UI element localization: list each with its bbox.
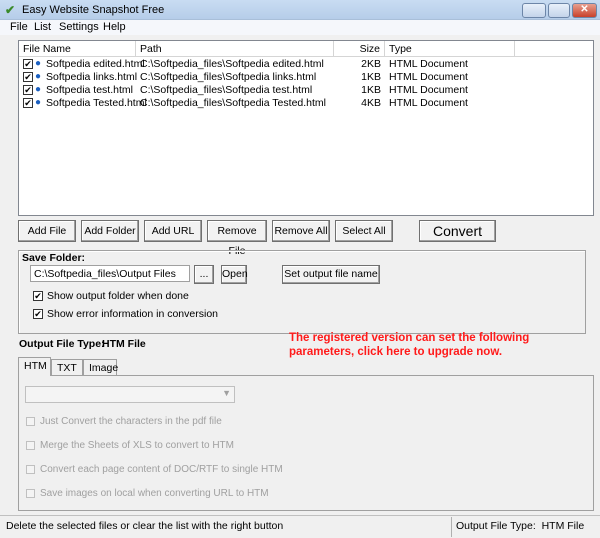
option-checkbox[interactable] (26, 417, 35, 426)
file-name: Softpedia links.html (46, 71, 138, 83)
status-output-type: Output File Type: HTM File (456, 520, 585, 532)
file-path: C:\Softpedia_files\Softpedia links.html (140, 71, 317, 83)
tab-htm[interactable]: HTM (18, 357, 51, 376)
column-header-file-name[interactable]: File Name (19, 41, 136, 57)
column-header-type[interactable]: Type (385, 41, 515, 57)
html-file-icon: ● (35, 71, 42, 82)
disabled-dropdown[interactable]: ▼ (25, 386, 235, 403)
file-size: 4KB (361, 97, 381, 109)
file-path: C:\Softpedia_files\Softpedia edited.html (140, 58, 324, 70)
chevron-down-icon: ▼ (222, 388, 231, 398)
menu-file[interactable]: File (10, 21, 28, 33)
file-type: HTML Document (389, 84, 468, 96)
option-label: Merge the Sheets of XLS to convert to HT… (40, 440, 234, 451)
file-path: C:\Softpedia_files\Softpedia test.html (140, 84, 313, 96)
row-checkbox[interactable]: ✔ (23, 85, 33, 95)
html-file-icon: ● (35, 58, 42, 69)
table-row[interactable]: ✔ ● Softpedia test.html C:\Softpedia_fil… (19, 84, 593, 97)
file-type: HTML Document (389, 97, 468, 109)
html-file-icon: ● (35, 97, 42, 108)
close-button[interactable]: ✕ (572, 3, 597, 18)
menu-settings[interactable]: Settings (59, 21, 99, 33)
file-name: Softpedia edited.html (46, 58, 145, 70)
tab-txt[interactable]: TXT (51, 359, 83, 376)
convert-button[interactable]: Convert (419, 220, 496, 242)
select-all-button[interactable]: Select All (335, 220, 393, 242)
option-checkbox[interactable] (26, 465, 35, 474)
status-bar: Delete the selected files or clear the l… (0, 515, 600, 538)
table-row[interactable]: ✔ ● Softpedia Tested.html C:\Softpedia_f… (19, 97, 593, 110)
set-output-file-name-button[interactable]: Set output file name (282, 265, 380, 284)
show-output-folder-label: Show output folder when done (47, 290, 189, 302)
upgrade-line-2[interactable]: parameters, click here to upgrade now. (289, 345, 529, 359)
show-output-folder-checkbox[interactable]: ✔ (33, 291, 43, 301)
file-size: 2KB (361, 58, 381, 70)
save-folder-group: Save Folder: C:\Softpedia_files\Output F… (18, 250, 586, 334)
tab-panel: ▼ Just Convert the characters in the pdf… (18, 375, 594, 511)
menu-list[interactable]: List (34, 21, 51, 33)
save-folder-label: Save Folder: (22, 252, 86, 264)
menu-help[interactable]: Help (103, 21, 126, 33)
column-header-path[interactable]: Path (136, 41, 334, 57)
output-file-type-value: HTM File (102, 338, 146, 350)
file-name: Softpedia Tested.html (46, 97, 147, 109)
upgrade-link[interactable]: The registered version can set the follo… (289, 331, 529, 359)
file-type: HTML Document (389, 58, 468, 70)
title-bar: ✔ Easy Website Snapshot Free ✕ (0, 0, 600, 20)
table-row[interactable]: ✔ ● Softpedia links.html C:\Softpedia_fi… (19, 71, 593, 84)
add-file-button[interactable]: Add File (18, 220, 76, 242)
file-name: Softpedia test.html (46, 84, 133, 96)
option-label: Just Convert the characters in the pdf f… (40, 416, 222, 427)
remove-file-button[interactable]: Remove File (207, 220, 267, 257)
show-error-label: Show error information in conversion (47, 308, 218, 320)
option-checkbox[interactable] (26, 489, 35, 498)
status-divider (451, 517, 452, 537)
menu-bar: File List Settings Help (0, 20, 600, 35)
row-checkbox[interactable]: ✔ (23, 72, 33, 82)
tab-image[interactable]: Image (83, 359, 118, 376)
minimize-button[interactable] (522, 3, 546, 18)
app-logo-icon: ✔ (5, 3, 16, 17)
file-size: 1KB (361, 84, 381, 96)
status-hint: Delete the selected files or clear the l… (6, 520, 284, 532)
save-folder-input[interactable]: C:\Softpedia_files\Output Files (30, 265, 190, 282)
row-checkbox[interactable]: ✔ (23, 98, 33, 108)
column-header-empty (515, 41, 593, 57)
upgrade-line-1[interactable]: The registered version can set the follo… (289, 331, 529, 345)
open-button[interactable]: Open (221, 265, 248, 284)
html-file-icon: ● (35, 84, 42, 95)
add-url-button[interactable]: Add URL (144, 220, 202, 242)
option-checkbox[interactable] (26, 441, 35, 450)
file-list[interactable]: File Name Path Size Type ✔ ● Softpedia e… (18, 40, 594, 216)
row-checkbox[interactable]: ✔ (23, 59, 33, 69)
column-header-size[interactable]: Size (334, 41, 385, 57)
browse-button[interactable]: ... (194, 265, 214, 284)
remove-all-button[interactable]: Remove All (272, 220, 330, 242)
file-type: HTML Document (389, 71, 468, 83)
file-size: 1KB (361, 71, 381, 83)
table-row[interactable]: ✔ ● Softpedia edited.html C:\Softpedia_f… (19, 58, 593, 71)
file-path: C:\Softpedia_files\Softpedia Tested.html (140, 97, 327, 109)
option-label: Save images on local when converting URL… (40, 488, 269, 499)
option-label: Convert each page content of DOC/RTF to … (40, 464, 283, 475)
window-title: Easy Website Snapshot Free (22, 4, 165, 16)
output-file-type-label: Output File Type: (19, 338, 105, 350)
show-error-checkbox[interactable]: ✔ (33, 309, 43, 319)
maximize-button[interactable] (548, 3, 570, 18)
add-folder-button[interactable]: Add Folder (81, 220, 139, 242)
